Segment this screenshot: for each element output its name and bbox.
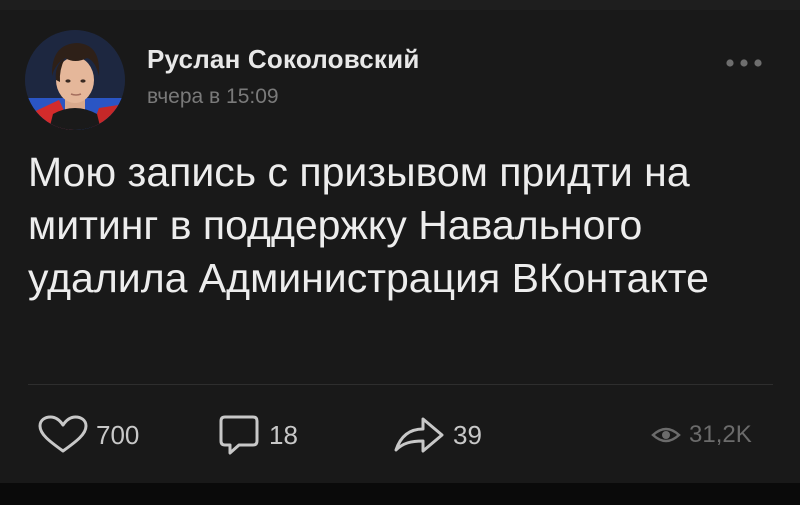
avatar-image xyxy=(25,30,125,130)
share-arrow-icon xyxy=(394,417,444,453)
share-count: 39 xyxy=(453,419,482,450)
author-name[interactable]: Руслан Соколовский xyxy=(147,44,420,75)
views-counter: 31,2K xyxy=(651,419,752,451)
share-button[interactable]: 39 xyxy=(393,412,482,458)
eye-icon xyxy=(651,427,681,443)
comment-button[interactable]: 18 xyxy=(217,412,298,458)
more-dots-icon[interactable] xyxy=(722,56,766,68)
top-bar xyxy=(0,0,800,10)
avatar[interactable] xyxy=(25,30,125,130)
like-button[interactable]: 700 xyxy=(38,412,139,458)
comment-count: 18 xyxy=(269,419,298,450)
comment-icon xyxy=(219,415,259,455)
divider xyxy=(28,384,773,385)
post-timestamp[interactable]: вчера в 15:09 xyxy=(147,85,279,109)
like-count: 700 xyxy=(96,419,140,450)
bottom-bar xyxy=(0,483,800,505)
post-text: Мою запись с призывом придти на митинг в… xyxy=(28,149,709,301)
views-count: 31,2K xyxy=(689,421,752,448)
heart-icon xyxy=(38,415,88,453)
